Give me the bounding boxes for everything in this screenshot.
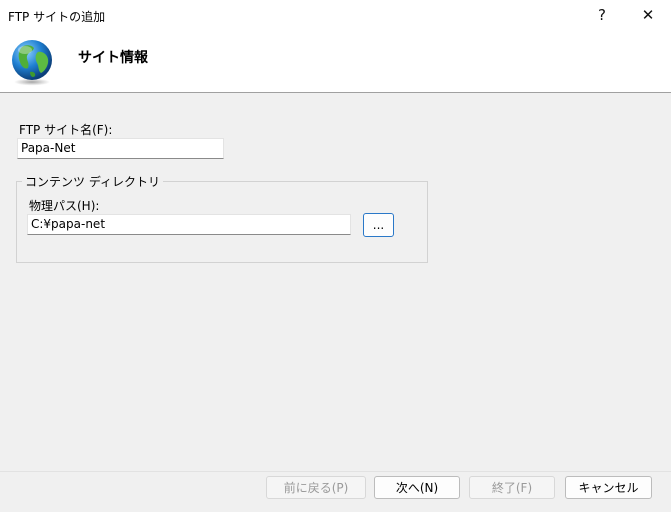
finish-button[interactable]: 終了(F) [469,476,555,499]
browse-button[interactable]: ... [363,213,394,237]
content-directory-label: コンテンツ ディレクトリ [22,173,163,190]
footer-divider [0,471,671,472]
help-button[interactable]: ? [580,0,624,30]
section-title: サイト情報 [78,50,148,66]
physical-path-input[interactable]: C:¥papa-net [27,214,351,235]
cancel-button[interactable]: キャンセル [565,476,652,499]
back-button[interactable]: 前に戻る(P) [266,476,366,499]
site-name-input[interactable]: Papa-Net [17,138,224,159]
site-name-label: FTP サイト名(F): [19,123,113,137]
wizard-header: サイト情報 [0,30,671,93]
ftp-add-site-dialog: FTP サイトの追加 ? ✕ サイト情報 FTP サイト名(F): Papa-N… [0,0,671,512]
title-bar: FTP サイトの追加 ? ✕ [0,0,671,30]
next-button[interactable]: 次へ(N) [374,476,460,499]
globe-icon [12,40,52,86]
close-button[interactable]: ✕ [626,0,670,30]
window-title: FTP サイトの追加 [8,10,106,24]
physical-path-label: 物理パス(H): [29,199,100,213]
